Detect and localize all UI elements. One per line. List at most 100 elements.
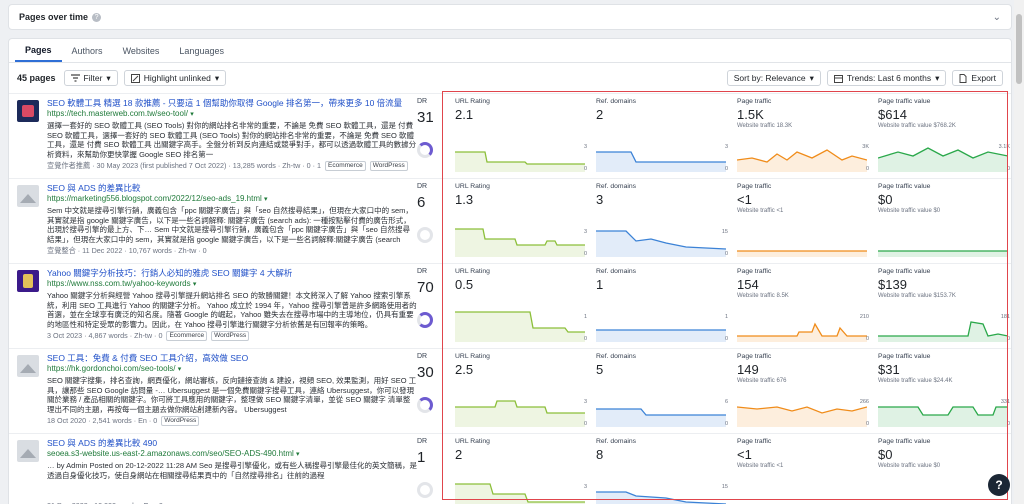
tab-bar: Pages Authors Websites Languages <box>9 39 1011 63</box>
chevron-down-icon[interactable]: ▾ <box>178 366 182 373</box>
metric-label: Page traffic value <box>878 438 931 445</box>
chevron-down-icon[interactable]: ▾ <box>193 281 197 288</box>
sparkline-chart <box>737 149 867 172</box>
sparkline-chart <box>878 321 1008 342</box>
axis-min: 0 <box>865 421 869 427</box>
metric-sub: Website traffic value $24.4K <box>878 378 953 384</box>
dr-value: 1 <box>417 449 426 466</box>
tab-pages[interactable]: Pages <box>15 39 62 62</box>
axis-max: 3 <box>583 144 587 150</box>
chevron-down-icon: ▾ <box>214 72 220 83</box>
page-info: SEO 與 ADS 的差異比較 https://marketing556.blo… <box>47 183 417 256</box>
page-url-link[interactable]: https://hk.gordonchoi.com/seo-tools/ ▾ <box>47 364 417 375</box>
page-title-link[interactable]: SEO 工具：免費 & 付費 SEO 工具介紹，高效做 SEO <box>47 353 417 364</box>
page-thumbnail <box>17 440 39 462</box>
dr-value: 6 <box>417 194 426 211</box>
pages-over-time-panel[interactable]: Pages over time ? ⌄ <box>8 4 1012 30</box>
page-url[interactable]: https://marketing556.blogspot.com/2022/1… <box>47 194 262 203</box>
dr-label: DR <box>417 438 428 445</box>
page-url[interactable]: https://hk.gordonchoi.com/seo-tools/ <box>47 364 176 373</box>
page-info: SEO 與 ADS 的差異比較 490 seoea.s3-website.us-… <box>47 438 417 504</box>
metric-label: URL Rating <box>455 268 490 275</box>
page-scrollbar[interactable] <box>1014 0 1024 504</box>
table-row[interactable]: Yahoo 關鍵字分析技巧：行銷人必知的雅虎 SEO 關鍵字 4 大解析 htt… <box>9 263 1011 347</box>
panel-title: Pages over time <box>19 12 89 22</box>
dr-cell: DR 31 <box>417 98 443 158</box>
page-url-link[interactable]: https://www.nss.com.tw/yahoo-keywords ▾ <box>47 279 417 290</box>
tab-authors[interactable]: Authors <box>62 39 113 62</box>
metric-sub: Website traffic 676 <box>737 378 787 384</box>
page-url[interactable]: seoea.s3-website.us-east-2.amazonaws.com… <box>47 449 294 458</box>
axis-min: 0 <box>1006 336 1010 342</box>
trends-dropdown[interactable]: Trends: Last 6 months ▾ <box>826 70 947 86</box>
metric-value: 2 <box>455 447 463 462</box>
page-meta-text: 宣覺整合 · 11 Dec 2022 · 10,767 words · Zh-t… <box>47 246 207 255</box>
metric-label: Page traffic <box>737 183 772 190</box>
chevron-down-icon[interactable]: ▾ <box>296 451 300 458</box>
metric-rd: Ref. domains 5 6 0 <box>596 353 732 429</box>
dr-value: 70 <box>417 279 434 296</box>
metric-label: Page traffic value <box>878 183 931 190</box>
sparkline-chart <box>455 228 585 257</box>
axis-max: 6 <box>724 399 728 405</box>
table-row[interactable]: SEO 工具：免費 & 付費 SEO 工具介紹，高效做 SEO https://… <box>9 348 1011 432</box>
highlight-unlinked-button[interactable]: Highlight unlinked ▾ <box>123 70 227 86</box>
table-row[interactable]: SEO 與 ADS 的差異比較 490 seoea.s3-website.us-… <box>9 433 1011 504</box>
sparkline-area <box>596 330 726 342</box>
chevron-down-icon: ▾ <box>809 72 814 83</box>
dr-label: DR <box>417 353 428 360</box>
page-title-link[interactable]: Yahoo 關鍵字分析技巧：行銷人必知的雅虎 SEO 關鍵字 4 大解析 <box>47 268 417 279</box>
page-url[interactable]: https://www.nss.com.tw/yahoo-keywords <box>47 279 191 288</box>
page-description: Yahoo 關鍵字分析與經營 Yahoo 搜尋引擎提升網站排名 SEO 的致勝關… <box>47 291 417 329</box>
page-meta: 3 Oct 2023 · 4,867 words · Zh-tw · 0 Ecom… <box>47 331 417 341</box>
metric-value: $31 <box>878 362 900 377</box>
metric-label: URL Rating <box>455 183 490 190</box>
scrollbar-thumb[interactable] <box>1016 14 1022 84</box>
sparkline-chart <box>596 408 726 427</box>
export-button[interactable]: Export <box>952 70 1003 86</box>
chevron-down-icon[interactable]: ▾ <box>264 196 268 203</box>
page-url[interactable]: https://tech.masterweb.com.tw/seo-tool/ <box>47 109 188 118</box>
metric-value: 3 <box>596 192 604 207</box>
sparkline-chart <box>596 230 726 257</box>
metric-sub: Website traffic 18.3K <box>737 123 793 129</box>
page-url-link[interactable]: https://tech.masterweb.com.tw/seo-tool/ … <box>47 109 417 120</box>
page-title-link[interactable]: SEO 與 ADS 的差異比較 <box>47 183 417 194</box>
chevron-down-icon[interactable]: ▾ <box>190 111 194 118</box>
dr-label: DR <box>417 98 428 105</box>
sparkline-chart <box>596 151 726 172</box>
tab-websites[interactable]: Websites <box>113 39 170 62</box>
page-url-link[interactable]: https://marketing556.blogspot.com/2022/1… <box>47 194 417 205</box>
metric-pt: Page traffic <1 Website traffic <1 <box>737 438 873 504</box>
axis-min: 0 <box>724 336 728 342</box>
sparkline-chart <box>737 250 867 257</box>
help-icon[interactable]: ? <box>92 12 102 22</box>
metric-value: 1.5K <box>737 107 764 122</box>
page-title-link[interactable]: SEO 與 ADS 的差異比較 490 <box>47 438 417 449</box>
axis-max: 15 <box>721 229 728 235</box>
sparkline-chart <box>596 491 726 504</box>
page-description: Sem 中文就是搜尋引擎行銷，廣義包含「ppc 關鍵字廣告」與「seo 自然搜尋… <box>47 206 413 244</box>
metric-value: 8 <box>596 447 604 462</box>
metric-value: <1 <box>737 447 752 462</box>
table-row[interactable]: SEO 軟體工具 精選 18 款推薦 - 只要這 1 個幫助你取得 Google… <box>9 93 1011 177</box>
page-description: SEO 關鍵字搜集，排名查詢，網頁優化，網站審核，反向鏈接查詢 & 建設，視頻 … <box>47 376 417 414</box>
sparkline-chart <box>878 250 1008 257</box>
sparkline-area <box>596 409 726 427</box>
chevron-down-icon[interactable]: ⌄ <box>993 12 1001 23</box>
page-title-link[interactable]: SEO 軟體工具 精選 18 款推薦 - 只要這 1 個幫助你取得 Google… <box>47 98 417 109</box>
help-button[interactable]: ? <box>988 474 1010 496</box>
page-url-link[interactable]: seoea.s3-website.us-east-2.amazonaws.com… <box>47 449 417 460</box>
metric-label: Page traffic <box>737 438 772 445</box>
metric-rd: Ref. domains 2 3 0 <box>596 98 732 174</box>
metric-label: Ref. domains <box>596 268 637 275</box>
filter-label: Filter <box>83 73 103 83</box>
table-row[interactable]: SEO 與 ADS 的差異比較 https://marketing556.blo… <box>9 178 1011 262</box>
tag-badge: WordPress <box>211 331 250 341</box>
page-thumbnail <box>17 185 39 207</box>
metric-value: $614 <box>878 107 907 122</box>
filter-button[interactable]: Filter ▾ <box>63 70 118 86</box>
filter-icon <box>70 74 80 82</box>
tab-languages[interactable]: Languages <box>169 39 234 62</box>
sort-dropdown[interactable]: Sort by: Relevance ▾ <box>726 70 821 86</box>
